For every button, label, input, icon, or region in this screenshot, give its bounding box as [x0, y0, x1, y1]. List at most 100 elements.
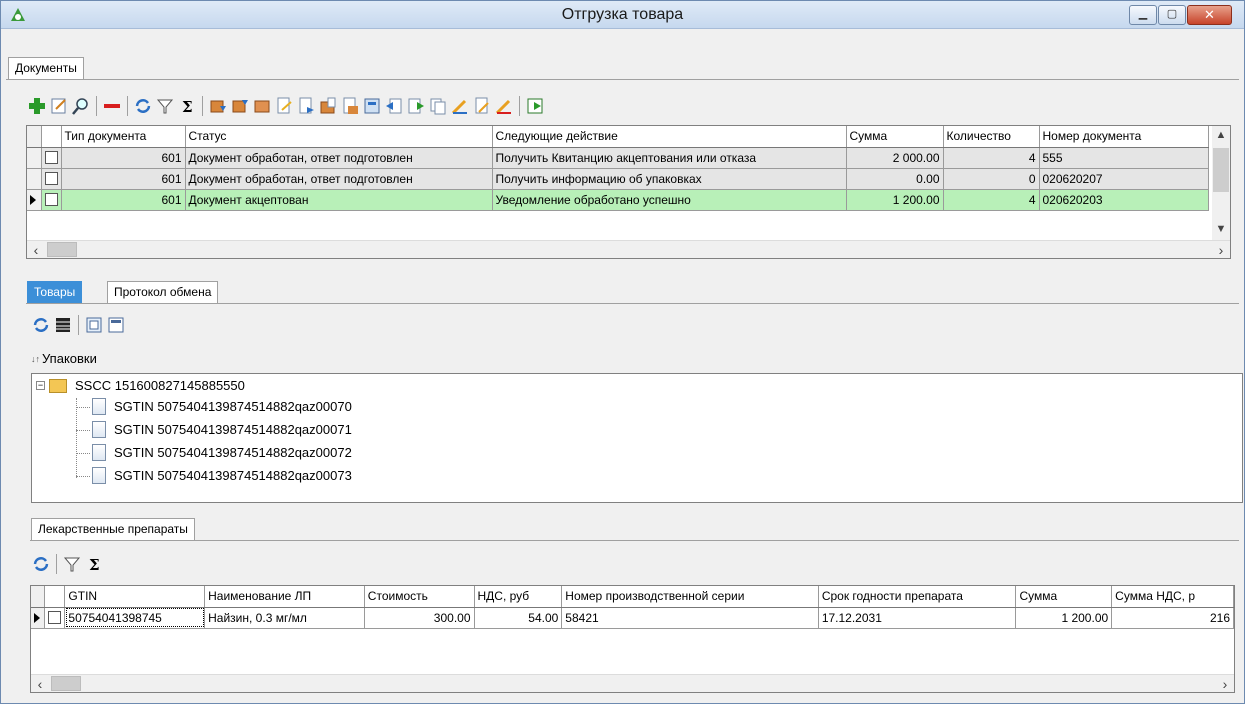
cell-status[interactable]: Документ обработан, ответ подготовлен: [185, 168, 493, 190]
scroll-down-icon[interactable]: ▼: [1212, 220, 1230, 238]
cell-type[interactable]: 601: [61, 189, 186, 211]
tree-node-sgtin[interactable]: SGTIN 5075404139874514882qaz00071: [92, 421, 352, 438]
cell-type[interactable]: 601: [61, 147, 186, 169]
tab-documents[interactable]: Документы: [8, 57, 84, 79]
maximize-button[interactable]: ▢: [1158, 5, 1186, 25]
tree-node-sgtin[interactable]: SGTIN 5075404139874514882qaz00073: [92, 467, 352, 484]
refresh-icon[interactable]: [32, 316, 50, 334]
row-checkbox[interactable]: [44, 607, 66, 629]
cell-type[interactable]: 601: [61, 168, 186, 190]
cell-sum[interactable]: 1 200.00: [846, 189, 944, 211]
title-bar[interactable]: Отгрузка товара ▁ ▢ ✕: [1, 1, 1244, 29]
table-row[interactable]: 601 Документ обработан, ответ подготовле…: [27, 147, 1209, 169]
row-checkbox[interactable]: [41, 168, 62, 190]
sum-icon[interactable]: Σ: [178, 97, 196, 116]
scroll-thumb[interactable]: [47, 242, 77, 257]
refresh-icon[interactable]: [134, 97, 152, 115]
sgtin-label[interactable]: SGTIN 5075404139874514882qaz00070: [114, 399, 352, 414]
delete-icon[interactable]: [103, 97, 121, 115]
sgtin-label[interactable]: SGTIN 5075404139874514882qaz00072: [114, 445, 352, 460]
tab-goods[interactable]: Товары: [27, 281, 83, 303]
copy-icon[interactable]: [429, 97, 447, 115]
package-send-icon[interactable]: [209, 97, 227, 115]
close-button[interactable]: ✕: [1187, 5, 1232, 25]
sum-icon[interactable]: Σ: [85, 555, 103, 574]
scroll-right-icon[interactable]: ›: [1212, 242, 1230, 258]
column-header[interactable]: Следующие действие: [492, 126, 847, 148]
row-checkbox[interactable]: [41, 189, 62, 211]
cell-vat[interactable]: 54.00: [474, 607, 563, 629]
cell-number[interactable]: 020620207: [1039, 168, 1209, 190]
package-doc-icon[interactable]: [319, 97, 337, 115]
export-icon[interactable]: [407, 97, 425, 115]
cell-next-action[interactable]: Получить Квитанцию акцептования или отка…: [492, 147, 847, 169]
cell-next-action[interactable]: Получить информацию об упаковках: [492, 168, 847, 190]
cell-expiry[interactable]: 17.12.2031: [818, 607, 1017, 629]
import-icon[interactable]: [385, 97, 403, 115]
cell-qty[interactable]: 4: [943, 147, 1040, 169]
column-header[interactable]: Номер производственной серии: [561, 586, 819, 608]
edit-icon[interactable]: [50, 97, 68, 115]
scroll-thumb[interactable]: [51, 676, 81, 691]
tree-node-sgtin[interactable]: SGTIN 5075404139874514882qaz00072: [92, 444, 352, 461]
sgtin-label[interactable]: SGTIN 5075404139874514882qaz00073: [114, 468, 352, 483]
sign-warning-icon[interactable]: [495, 97, 513, 115]
cell-vat-sum[interactable]: 216: [1111, 607, 1234, 629]
tab-medicines[interactable]: Лекарственные препараты: [31, 518, 195, 540]
column-header[interactable]: Сумма НДС, р: [1111, 586, 1234, 608]
checkbox-icon[interactable]: [48, 611, 62, 624]
document-arrow-icon[interactable]: [297, 97, 315, 115]
column-header[interactable]: Наименование ЛП: [204, 586, 365, 608]
checkbox-icon[interactable]: [44, 172, 58, 185]
filter-icon[interactable]: [156, 97, 174, 115]
scroll-left-icon[interactable]: ‹: [27, 242, 45, 258]
expand-all-icon[interactable]: [85, 316, 103, 334]
scroll-right-icon[interactable]: ›: [1216, 676, 1234, 692]
cell-cost[interactable]: 300.00: [364, 607, 475, 629]
column-header[interactable]: GTIN: [64, 586, 206, 608]
documents-vertical-scrollbar[interactable]: ▲ ▼: [1212, 126, 1230, 240]
sgtin-label[interactable]: SGTIN 5075404139874514882qaz00071: [114, 422, 352, 437]
cell-gtin[interactable]: 50754041398745: [64, 607, 206, 629]
tree-node-sscc[interactable]: − SSCC 151600827145885550: [36, 378, 245, 393]
column-header[interactable]: Стоимость: [364, 586, 475, 608]
refresh-icon[interactable]: [32, 555, 50, 573]
cell-series[interactable]: 58421: [561, 607, 819, 629]
cell-qty[interactable]: 0: [943, 168, 1040, 190]
cell-next-action[interactable]: Уведомление обработано успешно: [492, 189, 847, 211]
column-header[interactable]: НДС, руб: [474, 586, 563, 608]
collapse-all-icon[interactable]: [107, 316, 125, 334]
table-row-selected[interactable]: 601 Документ акцептован Уведомление обра…: [27, 189, 1209, 211]
column-header[interactable]: Тип документа: [61, 126, 186, 148]
row-checkbox[interactable]: [41, 147, 62, 169]
cell-number[interactable]: 020620203: [1039, 189, 1209, 211]
scroll-left-icon[interactable]: ‹: [31, 676, 49, 692]
scroll-thumb[interactable]: [1213, 148, 1229, 192]
cell-status[interactable]: Документ обработан, ответ подготовлен: [185, 147, 493, 169]
cell-sum[interactable]: 1 200.00: [1015, 607, 1113, 629]
column-header[interactable]: Номер документа: [1039, 126, 1209, 148]
package-receive-icon[interactable]: [231, 97, 249, 115]
cell-name[interactable]: Найзин, 0.3 мг/мл: [204, 607, 365, 629]
cell-status[interactable]: Документ акцептован: [185, 189, 493, 211]
add-icon[interactable]: [28, 97, 46, 115]
export-excel-icon[interactable]: [526, 97, 544, 115]
tab-exchange-protocol[interactable]: Протокол обмена: [107, 281, 219, 303]
collapse-icon[interactable]: −: [36, 381, 45, 390]
cell-qty[interactable]: 4: [943, 189, 1040, 211]
sign-icon[interactable]: [451, 97, 469, 115]
minimize-button[interactable]: ▁: [1129, 5, 1157, 25]
column-header[interactable]: Срок годности препарата: [818, 586, 1017, 608]
scroll-up-icon[interactable]: ▲: [1212, 126, 1230, 144]
table-row[interactable]: 50754041398745 Найзин, 0.3 мг/мл 300.00 …: [31, 607, 1234, 629]
checkbox-icon[interactable]: [44, 151, 58, 164]
tree-node-sgtin[interactable]: SGTIN 5075404139874514882qaz00070: [92, 398, 352, 415]
document-sign-icon[interactable]: [473, 97, 491, 115]
column-header[interactable]: Сумма: [846, 126, 944, 148]
cell-sum[interactable]: 2 000.00: [846, 147, 944, 169]
medicines-horizontal-scrollbar[interactable]: ‹ ›: [31, 674, 1234, 692]
table-row[interactable]: 601 Документ обработан, ответ подготовле…: [27, 168, 1209, 190]
column-header[interactable]: Сумма: [1015, 586, 1113, 608]
documents-horizontal-scrollbar[interactable]: ‹ ›: [27, 240, 1230, 258]
table-view-icon[interactable]: [54, 316, 72, 334]
